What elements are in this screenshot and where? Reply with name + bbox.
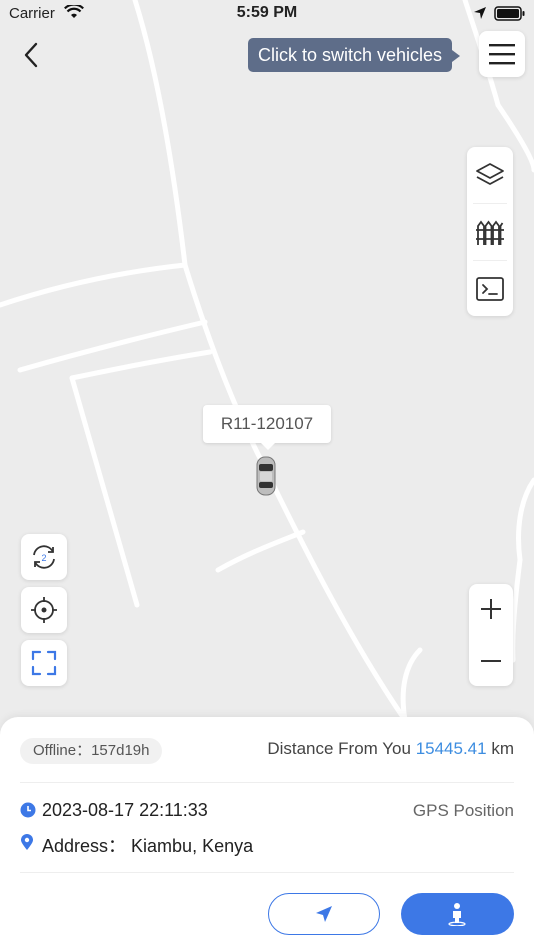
locate-button[interactable] — [21, 587, 67, 633]
location-arrow-icon — [474, 7, 486, 19]
layers-button[interactable] — [467, 147, 513, 203]
fit-view-button[interactable] — [21, 640, 67, 686]
clock-icon — [20, 802, 36, 818]
timestamp-row: 2023-08-17 22:11:33 — [20, 800, 400, 824]
address-text: Address： Kiambu, Kenya — [42, 836, 254, 856]
battery-icon — [494, 6, 525, 21]
vehicle-info-sheet: Offline：157d19h Distance From You 15445.… — [0, 717, 534, 950]
position-type: GPS Position — [412, 801, 514, 820]
divider — [20, 782, 514, 783]
divider — [20, 872, 514, 873]
street-view-icon — [448, 903, 466, 926]
switch-vehicles-tooltip[interactable]: Click to switch vehicles — [248, 38, 461, 72]
chevron-left-icon — [24, 42, 38, 68]
geofence-icon — [476, 220, 504, 245]
layers-icon — [476, 163, 504, 185]
offline-status-badge: Offline：157d19h — [20, 738, 163, 764]
map-tools-panel — [467, 147, 513, 316]
street-view-button[interactable] — [401, 893, 514, 935]
vehicle-list-button[interactable] — [479, 31, 525, 77]
distance-label: Distance From You — [267, 739, 411, 758]
navigate-button[interactable] — [268, 893, 380, 935]
command-icon — [476, 277, 504, 301]
distance-unit: km — [491, 739, 514, 758]
navigate-icon — [316, 906, 332, 922]
fit-view-icon — [31, 650, 57, 676]
svg-text:2: 2 — [41, 553, 46, 563]
distance-info: Distance From You 15445.41 km — [267, 739, 514, 759]
replay-icon: 2 — [33, 545, 55, 569]
zoom-controls — [469, 584, 513, 686]
geofence-button[interactable] — [467, 204, 513, 260]
zoom-out-icon — [481, 660, 501, 662]
playback-button[interactable]: 2 — [21, 534, 67, 580]
zoom-out-button[interactable] — [469, 636, 513, 686]
address-row: Address： Kiambu, Kenya — [20, 832, 514, 856]
clock: 5:59 PM — [236, 4, 298, 21]
menu-icon — [489, 44, 515, 65]
zoom-in-button[interactable] — [469, 584, 513, 634]
locate-icon — [31, 597, 57, 623]
zoom-in-icon — [481, 599, 501, 619]
timestamp-text: 2023-08-17 22:11:33 — [42, 800, 208, 820]
distance-value: 15445.41 — [415, 739, 487, 758]
map-pin-icon — [21, 834, 33, 850]
command-button[interactable] — [467, 261, 513, 317]
car-marker-icon[interactable] — [254, 454, 278, 498]
vehicle-plate-label[interactable]: R11-120107 — [203, 405, 331, 450]
status-bar: Carrier 5:59 PM — [0, 0, 534, 30]
back-button[interactable] — [18, 38, 46, 72]
